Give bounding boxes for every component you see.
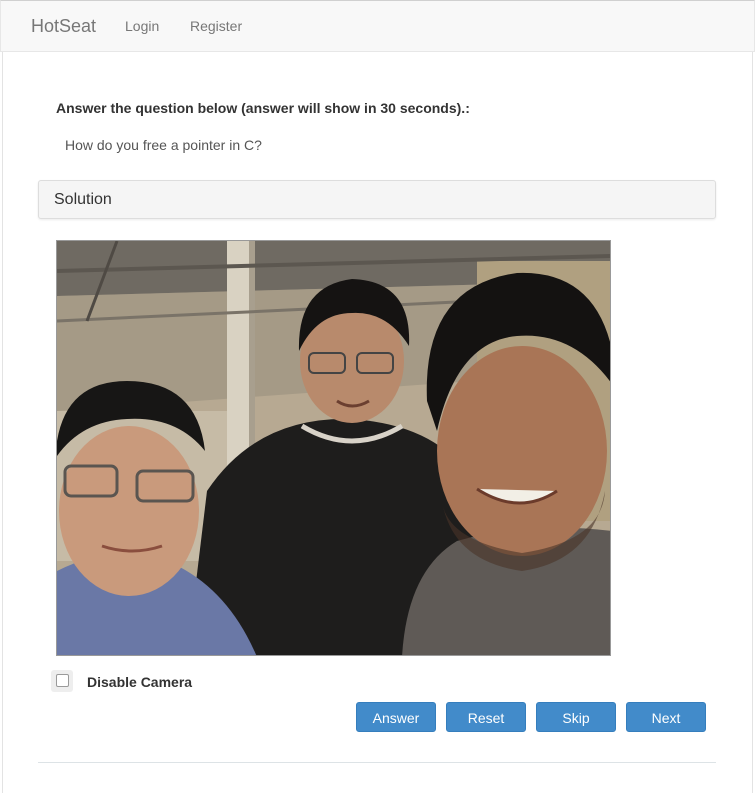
solution-title: Solution [54,191,112,208]
disable-camera-label[interactable]: Disable Camera [87,674,192,690]
camera-feed [56,240,611,656]
answer-button[interactable]: Answer [356,702,436,732]
solution-panel-header[interactable]: Solution [38,180,716,219]
question-text: How do you free a pointer in C? [65,137,262,153]
horizontal-divider [38,762,716,763]
container-left-border [2,52,3,793]
skip-button[interactable]: Skip [536,702,616,732]
top-navbar: HotSeat Login Register [0,0,755,52]
nav-register-link[interactable]: Register [190,18,242,34]
next-button[interactable]: Next [626,702,706,732]
checkbox-box [56,674,69,687]
disable-camera-checkbox[interactable] [51,670,73,692]
reset-button[interactable]: Reset [446,702,526,732]
question-prompt: Answer the question below (answer will s… [56,100,470,116]
nav-login-link[interactable]: Login [125,18,159,34]
container-right-border [752,52,753,793]
brand-logo[interactable]: HotSeat [31,16,96,37]
